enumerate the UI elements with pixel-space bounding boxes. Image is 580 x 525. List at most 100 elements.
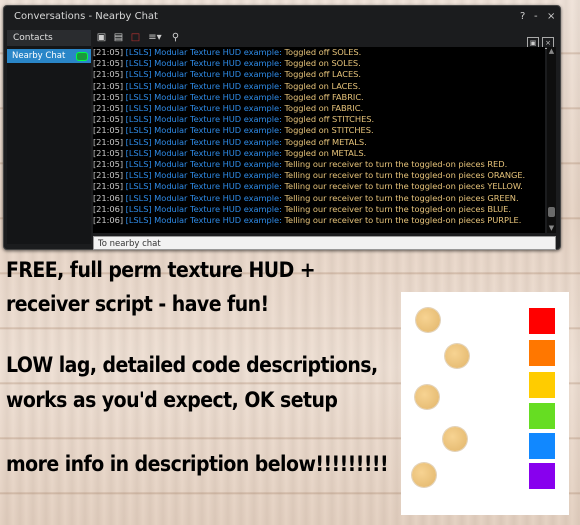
contacts-panel: Contacts Nearby Chat — [7, 30, 91, 244]
chat-line: [21:05] [LSLS] Modular Texture HUD examp… — [93, 114, 545, 125]
minimize-icon[interactable]: - — [534, 6, 538, 28]
chat-timestamp: [21:05] — [93, 181, 124, 192]
chat-scrollbar[interactable]: ▲ ▼ — [547, 47, 556, 233]
scroll-thumb[interactable] — [548, 207, 555, 217]
chat-source[interactable]: [LSLS] Modular Texture HUD example: — [126, 215, 282, 225]
hud-toggle-button[interactable] — [412, 463, 436, 487]
chat-line: [21:05] [LSLS] Modular Texture HUD examp… — [93, 81, 545, 92]
chat-line: [21:05] [LSLS] Modular Texture HUD examp… — [93, 69, 545, 80]
hud-toggle-button[interactable] — [443, 427, 467, 451]
chat-timestamp: [21:05] — [93, 125, 124, 136]
chat-source[interactable]: [LSLS] Modular Texture HUD example: — [126, 69, 282, 79]
voice-status-icon — [76, 52, 88, 61]
promo-line-2: receiver script - have fun! — [6, 292, 269, 316]
chat-line: [21:06] [LSLS] Modular Texture HUD examp… — [93, 193, 545, 204]
hud-color-swatch[interactable] — [529, 372, 555, 398]
chat-timestamp: [21:05] — [93, 69, 124, 80]
chat-message: Telling our receiver to turn the toggled… — [284, 192, 519, 203]
contact-item-nearby-chat[interactable]: Nearby Chat — [7, 49, 91, 63]
chat-timestamp: [21:05] — [93, 114, 124, 125]
hud-color-swatch[interactable] — [529, 463, 555, 489]
chat-source[interactable]: [LSLS] Modular Texture HUD example: — [126, 81, 282, 91]
promo-line-4: works as you'd expect, OK setup — [6, 388, 338, 412]
list-options-icon[interactable]: ≡▾ — [146, 31, 164, 44]
chat-message: Toggled on METALS. — [284, 147, 367, 158]
chat-message: Toggled off LACES. — [284, 69, 361, 80]
chat-source[interactable]: [LSLS] Modular Texture HUD example: — [126, 92, 282, 102]
chat-line: [21:05] [LSLS] Modular Texture HUD examp… — [93, 148, 545, 159]
hud-toggle-button[interactable] — [445, 344, 469, 368]
title-bar[interactable]: Conversations - Nearby Chat ? - × — [4, 6, 560, 28]
chat-source[interactable]: [LSLS] Modular Texture HUD example: — [126, 181, 282, 191]
panel-icons: ▣ × — [524, 30, 554, 49]
chat-source[interactable]: [LSLS] Modular Texture HUD example: — [126, 193, 282, 203]
chat-message: Toggled off SOLES. — [284, 47, 362, 57]
chat-timestamp: [21:05] — [93, 103, 124, 114]
scroll-up-icon[interactable]: ▲ — [547, 47, 556, 56]
hud-toggle-button[interactable] — [415, 385, 439, 409]
chat-line: [21:05] [LSLS] Modular Texture HUD examp… — [93, 58, 545, 69]
chat-message: Toggled on STITCHES. — [284, 125, 374, 136]
speech-bubble-icon[interactable]: □ — [129, 31, 142, 44]
chat-line: [21:05] [LSLS] Modular Texture HUD examp… — [93, 92, 545, 103]
help-icon[interactable]: ? — [520, 6, 525, 28]
chat-source[interactable]: [LSLS] Modular Texture HUD example: — [126, 137, 282, 147]
chat-timestamp: [21:06] — [93, 215, 124, 226]
chat-source[interactable]: [LSLS] Modular Texture HUD example: — [126, 47, 282, 57]
chat-source[interactable]: [LSLS] Modular Texture HUD example: — [126, 125, 282, 135]
close-icon[interactable]: × — [547, 6, 555, 28]
hud-color-swatch[interactable] — [529, 433, 555, 459]
chat-timestamp: [21:05] — [93, 136, 124, 147]
chat-line: [21:05] [LSLS] Modular Texture HUD examp… — [93, 137, 545, 148]
chat-message: Toggled off METALS. — [284, 136, 367, 147]
chat-history[interactable]: [21:05] [LSLS] Modular Texture HUD examp… — [93, 47, 545, 233]
search-icon[interactable]: ⚲ — [169, 31, 182, 44]
chat-timestamp: [21:05] — [93, 47, 124, 57]
chat-message: Toggled on SOLES. — [284, 58, 361, 69]
chat-timestamp: [21:06] — [93, 192, 124, 203]
chat-message: Telling our receiver to turn the toggled… — [284, 203, 511, 214]
promo-line-3: LOW lag, detailed code descriptions, — [6, 353, 378, 377]
conversations-window: Conversations - Nearby Chat ? - × Contac… — [3, 5, 561, 250]
chat-source[interactable]: [LSLS] Modular Texture HUD example: — [126, 148, 282, 158]
chat-source[interactable]: [LSLS] Modular Texture HUD example: — [126, 103, 282, 113]
promo-line-1: FREE, full perm texture HUD + — [6, 258, 316, 282]
chat-message: Telling our receiver to turn the toggled… — [284, 181, 523, 192]
chat-source[interactable]: [LSLS] Modular Texture HUD example: — [126, 170, 282, 180]
chat-timestamp: [21:05] — [93, 91, 124, 102]
chat-source[interactable]: [LSLS] Modular Texture HUD example: — [126, 159, 282, 169]
chat-line: [21:06] [LSLS] Modular Texture HUD examp… — [93, 215, 545, 226]
chat-source[interactable]: [LSLS] Modular Texture HUD example: — [126, 114, 282, 124]
chat-timestamp: [21:06] — [93, 203, 124, 214]
chat-line: [21:05] [LSLS] Modular Texture HUD examp… — [93, 103, 545, 114]
hud-color-swatch[interactable] — [529, 340, 555, 366]
chat-line: [21:06] [LSLS] Modular Texture HUD examp… — [93, 204, 545, 215]
hud-color-swatch[interactable] — [529, 308, 555, 334]
chat-line: [21:05] [LSLS] Modular Texture HUD examp… — [93, 47, 545, 58]
chat-timestamp: [21:05] — [93, 58, 124, 69]
chat-message: Toggled on LACES. — [284, 80, 361, 91]
scroll-down-icon[interactable]: ▼ — [547, 224, 556, 233]
chat-source[interactable]: [LSLS] Modular Texture HUD example: — [126, 204, 282, 214]
voice-icon[interactable]: ▤ — [112, 31, 125, 44]
chat-message: Toggled on FABRIC. — [284, 103, 364, 114]
chat-timestamp: [21:05] — [93, 159, 124, 170]
chat-message: Toggled off FABRIC. — [284, 91, 364, 102]
chat-timestamp: [21:05] — [93, 80, 124, 91]
chat-line: [21:05] [LSLS] Modular Texture HUD examp… — [93, 159, 545, 170]
window-title: Conversations - Nearby Chat — [14, 11, 158, 22]
hud-color-swatch[interactable] — [529, 403, 555, 429]
contacts-header[interactable]: Contacts — [7, 30, 91, 46]
chat-message: Toggled off STITCHES. — [284, 114, 375, 125]
chat-message: Telling our receiver to turn the toggled… — [284, 159, 508, 170]
chat-source[interactable]: [LSLS] Modular Texture HUD example: — [126, 58, 282, 68]
chat-timestamp: [21:05] — [93, 147, 124, 158]
hud-toggle-button[interactable] — [416, 308, 440, 332]
conversation-icon[interactable]: ▣ — [95, 31, 108, 44]
chat-line: [21:05] [LSLS] Modular Texture HUD examp… — [93, 125, 545, 136]
hud-preview — [401, 292, 569, 515]
promo-line-5: more info in description below!!!!!!!!! — [6, 452, 389, 476]
chat-message: Telling our receiver to turn the toggled… — [284, 215, 522, 226]
chat-toolbar: ▣ ▤ □ ≡▾ ⚲ — [93, 30, 493, 46]
chat-input[interactable]: To nearby chat — [93, 236, 556, 250]
